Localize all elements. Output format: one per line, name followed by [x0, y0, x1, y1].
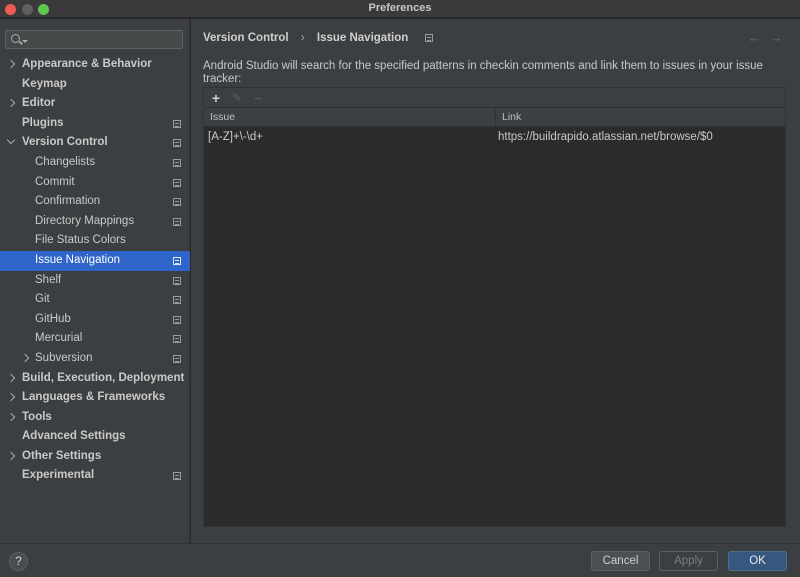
- sidebar-item-label: Issue Navigation: [35, 253, 121, 266]
- project-settings-icon: [173, 158, 181, 167]
- sidebar-item-other-settings[interactable]: Other Settings: [0, 447, 190, 467]
- title-bar: Preferences: [0, 0, 800, 18]
- project-settings-icon: [173, 354, 181, 363]
- sidebar-item-label: Changelists: [35, 155, 96, 168]
- sidebar-item-tools[interactable]: Tools: [0, 408, 190, 428]
- project-settings-icon: [173, 472, 181, 481]
- sidebar-item-commit[interactable]: Commit: [0, 173, 190, 193]
- sidebar-item-experimental[interactable]: Experimental: [0, 466, 190, 486]
- sidebar-item-mercurial[interactable]: Mercurial: [0, 329, 190, 349]
- sidebar-item-label: Experimental: [22, 469, 95, 482]
- sidebar-item-file-status-colors[interactable]: File Status Colors: [0, 231, 190, 251]
- sidebar-item-advanced-settings[interactable]: Advanced Settings: [0, 427, 190, 447]
- sidebar-item-label: Confirmation: [35, 195, 101, 208]
- sidebar-item-label: Editor: [22, 97, 56, 110]
- issue-navigation-description: Android Studio will search for the speci…: [203, 60, 763, 85]
- chevron-right-icon[interactable]: [6, 98, 16, 108]
- remove-pattern-icon[interactable]: −: [250, 90, 266, 106]
- edit-pattern-icon[interactable]: ✎: [229, 90, 245, 106]
- sidebar-item-keymap[interactable]: Keymap: [0, 75, 190, 95]
- sidebar-item-github[interactable]: GitHub: [0, 310, 190, 330]
- sidebar-item-label: Build, Execution, Deployment: [22, 371, 185, 384]
- breadcrumb-current: Issue Navigation: [316, 32, 409, 44]
- chevron-right-icon[interactable]: [6, 59, 16, 69]
- issue-pattern-cell[interactable]: [A-Z]+\-\d+: [208, 127, 263, 147]
- chevron-right-icon[interactable]: [20, 353, 30, 363]
- sidebar-item-label: Commit: [35, 175, 75, 188]
- project-settings-icon: [425, 34, 434, 42]
- back-arrow-icon[interactable]: ←: [748, 30, 761, 45]
- breadcrumb-separator: ›: [300, 32, 305, 44]
- sidebar-item-label: Subversion: [35, 351, 93, 364]
- sidebar-item-label: Plugins: [22, 116, 64, 129]
- sidebar-item-label: Appearance & Behavior: [22, 58, 152, 70]
- sidebar-item-label: Shelf: [35, 273, 62, 286]
- table-body: [204, 127, 785, 526]
- settings-tree: Appearance & Behavior Keymap Editor Plugins…: [0, 55, 190, 486]
- settings-content: Version Control › Issue Navigation ← → A…: [191, 19, 800, 543]
- sidebar-item-label: GitHub: [35, 312, 71, 325]
- sidebar-item-version-control[interactable]: Version Control: [0, 133, 190, 153]
- project-settings-icon: [173, 335, 181, 344]
- add-pattern-icon[interactable]: +: [208, 90, 224, 106]
- issue-patterns-table: + ✎ − Issue Link [A-Z]+\-\d+ https://bui…: [203, 87, 786, 527]
- sidebar-item-plugins[interactable]: Plugins: [0, 114, 190, 134]
- sidebar-item-label: Other Settings: [22, 449, 102, 462]
- search-history-dropdown-icon[interactable]: [22, 40, 28, 43]
- chevron-right-icon[interactable]: [6, 392, 16, 402]
- project-settings-icon: [173, 315, 181, 324]
- table-row[interactable]: [A-Z]+\-\d+ https://buildrapido.atlassia…: [204, 127, 785, 147]
- project-settings-icon: [173, 276, 181, 285]
- search-icon: [11, 34, 20, 43]
- sidebar-item-appearance-behavior[interactable]: Appearance & Behavior: [0, 55, 190, 75]
- sidebar-item-changelists[interactable]: Changelists: [0, 153, 190, 173]
- sidebar-item-shelf[interactable]: Shelf: [0, 271, 190, 291]
- project-settings-icon: [173, 139, 181, 148]
- project-settings-icon: [173, 256, 181, 265]
- settings-sidebar: Appearance & Behavior Keymap Editor Plugins…: [0, 19, 190, 543]
- sidebar-item-label: Version Control: [22, 136, 108, 149]
- forward-arrow-icon[interactable]: →: [770, 30, 783, 45]
- sidebar-item-label: Directory Mappings: [35, 214, 135, 227]
- sidebar-item-subversion[interactable]: Subversion: [0, 349, 190, 369]
- settings-search-input[interactable]: [5, 30, 183, 49]
- sidebar-item-directory-mappings[interactable]: Directory Mappings: [0, 212, 190, 232]
- apply-button[interactable]: Apply: [659, 551, 718, 571]
- sidebar-item-editor[interactable]: Editor: [0, 94, 190, 114]
- sidebar-item-confirmation[interactable]: Confirmation: [0, 192, 190, 212]
- sidebar-item-label: File Status Colors: [35, 234, 126, 247]
- window-title: Preferences: [368, 2, 432, 14]
- project-settings-icon: [173, 178, 181, 187]
- column-header-link[interactable]: Link: [496, 108, 785, 127]
- chevron-right-icon[interactable]: [6, 412, 16, 421]
- sidebar-item-git[interactable]: Git: [0, 290, 190, 310]
- project-settings-icon: [173, 198, 181, 207]
- chevron-down-icon[interactable]: [6, 136, 16, 145]
- project-settings-icon: [173, 217, 181, 226]
- sidebar-item-label: Mercurial: [35, 332, 83, 345]
- sidebar-item-label: Tools: [22, 410, 52, 423]
- project-settings-icon: [173, 119, 181, 128]
- breadcrumb: Version Control › Issue Navigation: [203, 32, 434, 44]
- sidebar-item-label: Keymap: [22, 77, 67, 90]
- sidebar-item-label: Git: [35, 293, 50, 306]
- ok-button[interactable]: OK: [728, 551, 787, 571]
- sidebar-item-languages-frameworks[interactable]: Languages & Frameworks: [0, 388, 190, 408]
- column-header-issue[interactable]: Issue: [204, 108, 496, 127]
- help-button[interactable]: ?: [9, 552, 28, 571]
- chevron-right-icon[interactable]: [6, 373, 16, 382]
- project-settings-icon: [173, 296, 181, 305]
- chevron-right-icon[interactable]: [6, 451, 16, 461]
- dialog-footer: ? Cancel Apply OK: [0, 543, 800, 577]
- sidebar-item-label: Languages & Frameworks: [22, 391, 166, 404]
- table-toolbar: + ✎ −: [204, 88, 785, 108]
- sidebar-item-issue-navigation[interactable]: Issue Navigation: [0, 250, 190, 271]
- breadcrumb-parent[interactable]: Version Control: [203, 32, 289, 44]
- issue-link-cell[interactable]: https://buildrapido.atlassian.net/browse…: [498, 127, 713, 147]
- table-header: Issue Link: [204, 108, 785, 127]
- cancel-button[interactable]: Cancel: [591, 551, 650, 571]
- sidebar-item-build-execution-deployment[interactable]: Build, Execution, Deployment: [0, 369, 190, 389]
- sidebar-item-label: Advanced Settings: [22, 430, 126, 443]
